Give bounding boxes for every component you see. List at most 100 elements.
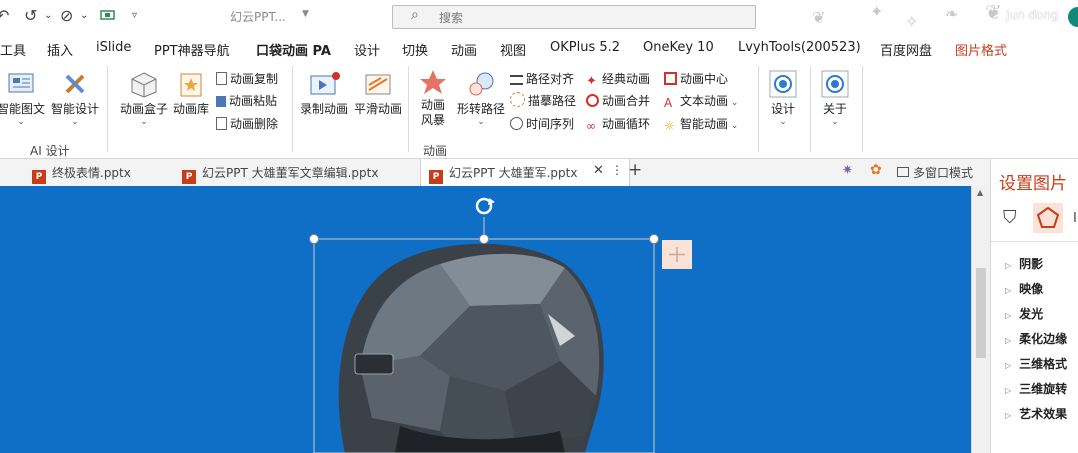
user-name[interactable]: jun dong [1006, 8, 1059, 22]
tab-islide[interactable]: iSlide [96, 40, 131, 55]
pane-item-3d-rotation[interactable]: ▷ 三维旋转 [1005, 380, 1067, 397]
tab-view[interactable]: 视图 [500, 40, 526, 59]
animation-center-button[interactable]: 动画中心 [664, 70, 728, 87]
bulb-icon: ☼ [664, 119, 675, 133]
morph-path-label: 形转路径 [456, 102, 505, 116]
slide-canvas[interactable] [0, 186, 971, 453]
search-box[interactable]: ⌕ 搜索 [392, 5, 756, 29]
document-tab-bar: P 终极表情.pptx P 幻云PPT 大雄董军文章编辑.pptx P 幻云PPT 大… [0, 159, 990, 187]
sparkle-icon[interactable]: ✷ [842, 163, 853, 178]
vertical-scrollbar[interactable]: ▲ [971, 186, 991, 453]
doc-tab-3-active[interactable]: P 幻云PPT 大雄董军.pptx ✕ ⋮ [420, 159, 630, 186]
tab-baidu-netdisk[interactable]: 百度网盘 [880, 40, 932, 59]
avatar[interactable] [1066, 5, 1078, 29]
align-icon [510, 75, 523, 85]
pane-item-reflection[interactable]: ▷ 映像 [1005, 280, 1043, 297]
tab-design[interactable]: 设计 [354, 40, 380, 59]
undo-icon[interactable]: ↶ [0, 6, 9, 25]
redo-icon[interactable]: ⊘ [60, 6, 73, 25]
scrollbar-thumb[interactable] [976, 268, 986, 358]
smart-graphic-button[interactable]: 智能图文 ⌄ [0, 70, 46, 127]
redo-dropdown-icon[interactable]: ⌄ [80, 10, 88, 21]
time-sequence-button[interactable]: 时间序列 [510, 115, 574, 132]
gear-icon[interactable]: ✿ [870, 162, 882, 178]
tab-okplus[interactable]: OKPlus 5.2 [550, 40, 620, 55]
classic-animation-button[interactable]: ✦ 经典动画 [586, 70, 650, 88]
doc-tab-3-label: 幻云PPT 大雄董军.pptx [449, 166, 578, 180]
merge-icon [586, 94, 599, 107]
multi-window-button[interactable]: 多窗口模式 [897, 164, 973, 181]
smooth-animation-button[interactable]: 平滑动画 [352, 70, 404, 117]
animation-copy-button[interactable]: 动画复制 [216, 70, 278, 87]
tab-insert[interactable]: 插入 [47, 40, 73, 59]
chevron-down-icon: ⌄ [728, 121, 739, 131]
smart-animation-label: 智能动画 [680, 117, 729, 131]
smart-design-label: 智能设计 [50, 102, 99, 116]
animation-center-label: 动画中心 [680, 72, 729, 86]
slide-content [309, 197, 692, 453]
expand-icon: ▷ [1005, 361, 1012, 370]
text-animation-button[interactable]: A 文本动画 ⌄ [664, 92, 738, 110]
undo-dropdown-icon[interactable]: ⌄ [44, 10, 52, 21]
about-button[interactable]: 关于 ⌄ [816, 70, 854, 127]
animation-merge-label: 动画合并 [602, 94, 651, 108]
trash-icon [216, 117, 227, 130]
effects-tab[interactable] [1033, 203, 1063, 233]
animation-storm-button[interactable]: 动画 风暴 [414, 68, 452, 128]
smart-design-icon [65, 74, 85, 94]
group-label-animation: 动画 [423, 144, 448, 158]
trace-path-label: 描摹路径 [528, 94, 577, 108]
group-divider [862, 66, 863, 152]
undo-arrow-icon[interactable]: ↺ [24, 6, 37, 25]
size-properties-icon[interactable]: I [1073, 211, 1077, 226]
pane-item-3d-format[interactable]: ▷ 三维格式 [1005, 355, 1067, 372]
animation-merge-button[interactable]: 动画合并 [586, 92, 650, 109]
tab-transitions[interactable]: 切换 [402, 40, 428, 59]
animation-delete-button[interactable]: 动画删除 [216, 115, 278, 132]
pane-item-glow[interactable]: ▷ 发光 [1005, 305, 1043, 322]
tab-animations[interactable]: 动画 [451, 40, 477, 59]
animation-copy-label: 动画复制 [230, 72, 279, 86]
customize-quick-access-icon[interactable]: ▿ [132, 10, 137, 21]
scroll-up-icon[interactable]: ▲ [977, 188, 983, 197]
animation-paste-button[interactable]: 动画粘贴 [216, 92, 277, 109]
helmet-image [338, 243, 604, 453]
tab-ppt-nav[interactable]: PPT神器导航 [154, 40, 230, 59]
pane-item-soft-edges[interactable]: ▷ 柔化边缘 [1005, 330, 1067, 347]
fill-line-icon[interactable]: ⛉ [1003, 207, 1017, 228]
doc-tab-1-label: 终极表情.pptx [52, 166, 131, 180]
smooth-animation-icon [365, 74, 391, 95]
record-animation-button[interactable]: 录制动画 [298, 70, 350, 117]
tab-lvyhtools[interactable]: LvyhTools(200523) [738, 40, 861, 55]
paste-icon [216, 96, 226, 107]
animation-loop-button[interactable]: ∞ 动画循环 [586, 115, 650, 133]
chevron-down-icon: ⌄ [779, 117, 787, 127]
close-icon[interactable]: ✕ [593, 163, 604, 178]
doc-tab-2[interactable]: P 幻云PPT 大雄董军文章编辑.pptx [182, 164, 378, 184]
tab-pocket-animation[interactable]: 口袋动画 PA [256, 40, 331, 66]
animation-library-button[interactable]: 动画库 [172, 70, 210, 117]
powerpoint-icon: P [429, 170, 443, 184]
pane-item-shadow[interactable]: ▷ 阴影 [1005, 255, 1043, 272]
pane-item-artistic-effects[interactable]: ▷ 艺术效果 [1005, 405, 1067, 422]
tab-picture-format[interactable]: 图片格式 [955, 40, 1007, 59]
pane-item-label: 三维旋转 [1019, 382, 1068, 396]
trace-path-icon [510, 92, 525, 107]
design-button[interactable]: 设计 ⌄ [764, 70, 802, 127]
trace-path-button[interactable]: 描摹路径 [510, 92, 576, 109]
smart-animation-button[interactable]: ☼ 智能动画 ⌄ [664, 115, 738, 133]
more-options-icon[interactable]: ⋮ [611, 163, 623, 177]
chevron-down-icon: ⌄ [477, 117, 485, 127]
tab-onekey[interactable]: OneKey 10 [643, 40, 714, 55]
smart-design-button[interactable]: 智能设计 ⌄ [50, 70, 100, 127]
tab-tools[interactable]: 工具 [0, 40, 26, 59]
slideshow-icon[interactable] [100, 9, 116, 23]
path-align-button[interactable]: 路径对齐 [510, 70, 574, 87]
animation-paste-label: 动画粘贴 [229, 94, 278, 108]
title-dropdown-icon[interactable]: ▼ [302, 9, 309, 19]
add-tab-button[interactable]: + [628, 160, 642, 180]
morph-path-button[interactable]: 形转路径 ⌄ [454, 70, 508, 127]
animation-box-button[interactable]: 动画盒子 ⌄ [118, 70, 170, 127]
layout-options-icon[interactable] [662, 240, 692, 269]
doc-tab-1[interactable]: P 终极表情.pptx [32, 164, 131, 184]
